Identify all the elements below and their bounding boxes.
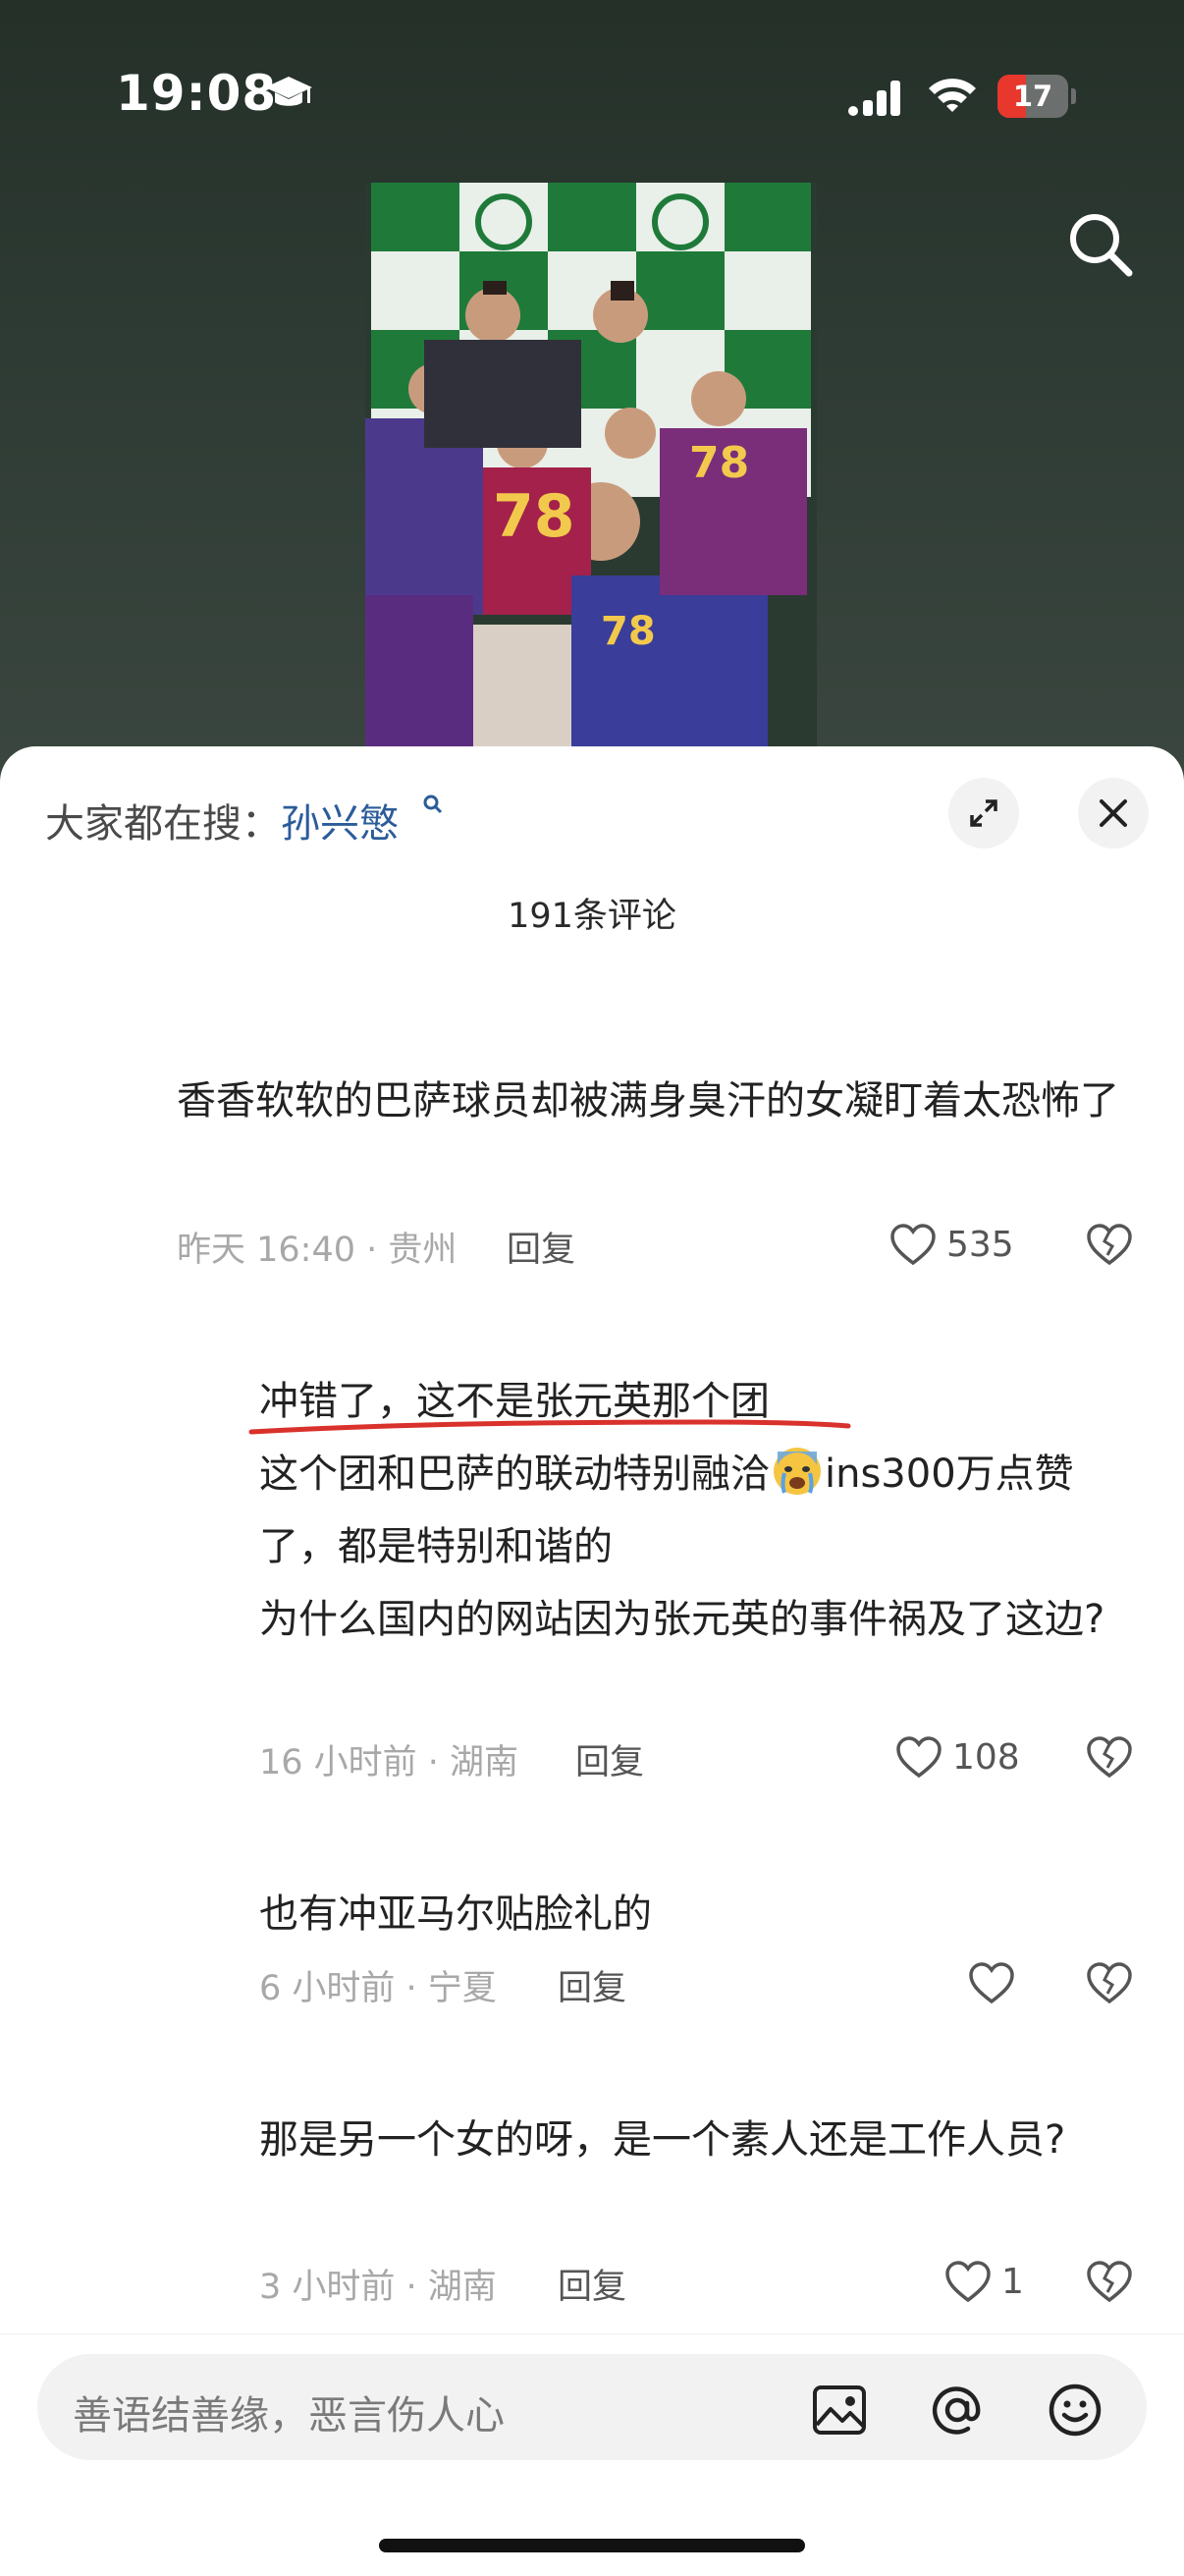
comment-item: 冲错了，这不是张元英那个团 这个团和巴萨的联动特别融洽 ins300万点赞了，都是…	[259, 1365, 1143, 1656]
expand-icon	[970, 799, 997, 827]
comment-text: 也有冲亚马尔贴脸礼的	[259, 1891, 652, 1937]
heart-icon	[969, 1962, 1014, 2004]
heart-icon	[890, 1224, 936, 1266]
input-placeholder: 善语结善缘，恶言伤人心	[73, 2393, 505, 2439]
comment-text: 那是另一个女的呀，是一个素人还是工作人员?	[259, 2117, 1066, 2163]
small-search-icon	[423, 795, 443, 814]
status-bar: 19:08 17	[0, 0, 1184, 187]
like-button[interactable]: 535	[889, 1222, 1027, 1271]
battery-level: 17	[1012, 80, 1053, 113]
search-icon[interactable]	[1066, 210, 1135, 279]
comment-count: 191条评论	[508, 897, 676, 936]
comment-item: 也有冲亚马尔贴脸礼的	[259, 1878, 1143, 1950]
battery-indicator: 17	[997, 75, 1076, 118]
home-indicator	[379, 2539, 805, 2552]
close-icon	[1100, 799, 1127, 827]
comment-meta: 昨天 16:40 · 贵州	[177, 1231, 457, 1270]
trending-term[interactable]: 孙兴慜	[281, 801, 399, 847]
red-underline-annotation	[248, 1419, 851, 1435]
broken-heart-icon[interactable]	[1086, 2259, 1133, 2304]
comment-sheet: 大家都在搜：孙兴慜 191条评论 香香软软的巴萨球员却被满身臭汗的女凝盯着太恐怖…	[0, 746, 1184, 2575]
broken-heart-icon[interactable]	[1086, 1734, 1133, 1780]
at-icon[interactable]	[929, 2382, 986, 2439]
like-count: 535	[946, 1225, 1014, 1265]
reply-button[interactable]: 回复	[558, 2259, 626, 2309]
comment-item: 那是另一个女的呀，是一个素人还是工作人员?	[259, 2104, 1103, 2176]
wifi-icon	[929, 79, 976, 112]
group-photo-image: 78 78 78	[365, 183, 817, 746]
like-button[interactable]: 108	[895, 1734, 1033, 1783]
comment-line: 这个团和巴萨的联动特别融洽 ins300万点赞了，都是特别和谐的	[259, 1438, 1143, 1583]
svg-text:78: 78	[493, 482, 575, 551]
reply-button[interactable]: 回复	[575, 1734, 644, 1784]
comment-text-fragment: 这个团和巴萨的联动特别融洽	[259, 1452, 770, 1497]
like-count: 1	[1001, 2262, 1024, 2302]
broken-heart-icon[interactable]	[1086, 1222, 1133, 1267]
close-button[interactable]	[1078, 778, 1149, 849]
status-time: 19:08	[116, 65, 278, 122]
crying-face-emoji-icon	[774, 1448, 821, 1495]
emoji-icon[interactable]	[1047, 2382, 1103, 2439]
comment-meta: 6 小时前 · 宁夏	[259, 1969, 497, 2008]
reply-button[interactable]: 回复	[507, 1222, 575, 1272]
trending-search[interactable]: 大家都在搜：孙兴慜	[45, 792, 399, 849]
svg-text:78: 78	[601, 609, 656, 654]
comment-line: 为什么国内的网站因为张元英的事件祸及了这边?	[259, 1597, 1105, 1642]
comment-item: 香香软软的巴萨球员却被满身臭汗的女凝盯着太恐怖了	[177, 1065, 1139, 1137]
cellular-signal-icon	[848, 81, 900, 116]
broken-heart-icon[interactable]	[1086, 1960, 1133, 2005]
comment-text: 香香软软的巴萨球员却被满身臭汗的女凝盯着太恐怖了	[177, 1078, 1119, 1124]
video-thumbnail[interactable]: 78 78 78	[365, 183, 817, 746]
image-icon[interactable]	[811, 2382, 868, 2439]
graduation-cap-icon	[265, 77, 312, 106]
heart-icon	[945, 2261, 991, 2303]
comment-meta: 3 小时前 · 湖南	[259, 2268, 497, 2307]
comment-input-area: 善语结善缘，恶言伤人心	[0, 2333, 1184, 2576]
like-count: 108	[952, 1737, 1020, 1778]
reply-button[interactable]: 回复	[558, 1960, 626, 2010]
heart-icon	[896, 1736, 942, 1779]
like-button[interactable]	[968, 1960, 1027, 2009]
comment-meta: 16 小时前 · 湖南	[259, 1743, 519, 1782]
trending-prefix: 大家都在搜：	[45, 801, 281, 847]
expand-button[interactable]	[948, 778, 1019, 849]
svg-text:78: 78	[689, 438, 749, 488]
comment-input[interactable]: 善语结善缘，恶言伤人心	[37, 2354, 1147, 2460]
like-button[interactable]: 1	[944, 2259, 1033, 2308]
